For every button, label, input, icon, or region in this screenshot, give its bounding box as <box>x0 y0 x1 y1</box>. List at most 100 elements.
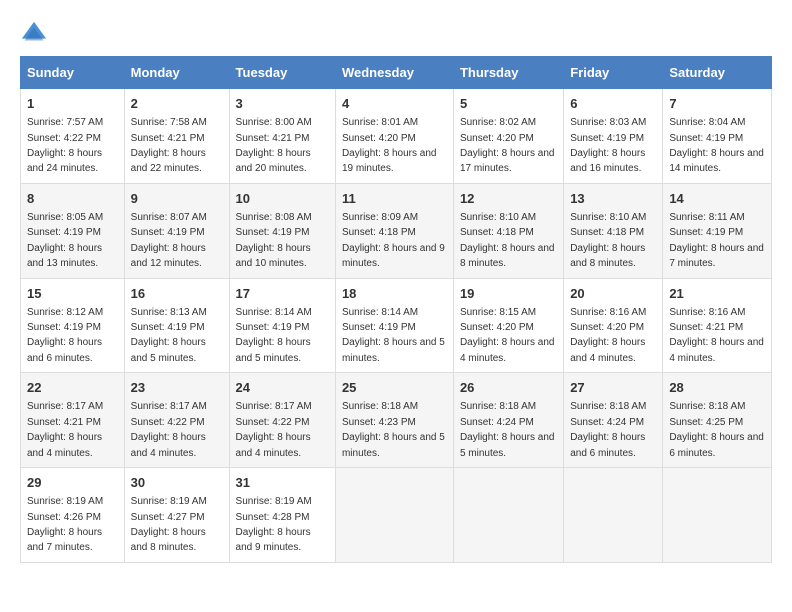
calendar-header-friday: Friday <box>564 57 663 89</box>
day-info: Sunrise: 8:18 AMSunset: 4:23 PMDaylight:… <box>342 401 445 458</box>
day-number: 14 <box>669 190 765 208</box>
calendar-header-row: SundayMondayTuesdayWednesdayThursdayFrid… <box>21 57 772 89</box>
calendar-cell: 7 Sunrise: 8:04 AMSunset: 4:19 PMDayligh… <box>663 89 772 184</box>
day-number: 13 <box>570 190 656 208</box>
calendar-cell: 10 Sunrise: 8:08 AMSunset: 4:19 PMDaylig… <box>229 183 335 278</box>
calendar-cell: 12 Sunrise: 8:10 AMSunset: 4:18 PMDaylig… <box>453 183 563 278</box>
calendar-cell: 6 Sunrise: 8:03 AMSunset: 4:19 PMDayligh… <box>564 89 663 184</box>
day-number: 21 <box>669 285 765 303</box>
day-info: Sunrise: 8:02 AMSunset: 4:20 PMDaylight:… <box>460 117 555 174</box>
day-info: Sunrise: 8:01 AMSunset: 4:20 PMDaylight:… <box>342 117 437 174</box>
day-number: 18 <box>342 285 447 303</box>
day-number: 1 <box>27 95 118 113</box>
calendar-header-thursday: Thursday <box>453 57 563 89</box>
calendar-week-row: 15 Sunrise: 8:12 AMSunset: 4:19 PMDaylig… <box>21 278 772 373</box>
day-number: 10 <box>236 190 329 208</box>
calendar-cell: 17 Sunrise: 8:14 AMSunset: 4:19 PMDaylig… <box>229 278 335 373</box>
day-number: 30 <box>131 474 223 492</box>
day-number: 15 <box>27 285 118 303</box>
calendar-header-sunday: Sunday <box>21 57 125 89</box>
day-number: 31 <box>236 474 329 492</box>
calendar-cell: 18 Sunrise: 8:14 AMSunset: 4:19 PMDaylig… <box>335 278 453 373</box>
day-info: Sunrise: 8:15 AMSunset: 4:20 PMDaylight:… <box>460 307 555 364</box>
calendar-cell: 1 Sunrise: 7:57 AMSunset: 4:22 PMDayligh… <box>21 89 125 184</box>
day-info: Sunrise: 8:19 AMSunset: 4:26 PMDaylight:… <box>27 496 103 553</box>
day-number: 27 <box>570 379 656 397</box>
calendar-cell: 27 Sunrise: 8:18 AMSunset: 4:24 PMDaylig… <box>564 373 663 468</box>
day-info: Sunrise: 8:09 AMSunset: 4:18 PMDaylight:… <box>342 212 445 269</box>
calendar-cell: 19 Sunrise: 8:15 AMSunset: 4:20 PMDaylig… <box>453 278 563 373</box>
calendar-cell: 28 Sunrise: 8:18 AMSunset: 4:25 PMDaylig… <box>663 373 772 468</box>
day-info: Sunrise: 8:00 AMSunset: 4:21 PMDaylight:… <box>236 117 312 174</box>
day-info: Sunrise: 8:11 AMSunset: 4:19 PMDaylight:… <box>669 212 764 269</box>
day-info: Sunrise: 8:17 AMSunset: 4:21 PMDaylight:… <box>27 401 103 458</box>
calendar-cell: 14 Sunrise: 8:11 AMSunset: 4:19 PMDaylig… <box>663 183 772 278</box>
calendar-cell <box>564 468 663 563</box>
day-info: Sunrise: 8:18 AMSunset: 4:25 PMDaylight:… <box>669 401 764 458</box>
calendar-cell: 9 Sunrise: 8:07 AMSunset: 4:19 PMDayligh… <box>124 183 229 278</box>
day-info: Sunrise: 8:12 AMSunset: 4:19 PMDaylight:… <box>27 307 103 364</box>
day-info: Sunrise: 8:10 AMSunset: 4:18 PMDaylight:… <box>460 212 555 269</box>
calendar-cell: 20 Sunrise: 8:16 AMSunset: 4:20 PMDaylig… <box>564 278 663 373</box>
day-number: 23 <box>131 379 223 397</box>
day-number: 26 <box>460 379 557 397</box>
day-info: Sunrise: 8:05 AMSunset: 4:19 PMDaylight:… <box>27 212 103 269</box>
calendar-cell: 3 Sunrise: 8:00 AMSunset: 4:21 PMDayligh… <box>229 89 335 184</box>
calendar-header-monday: Monday <box>124 57 229 89</box>
calendar-cell: 16 Sunrise: 8:13 AMSunset: 4:19 PMDaylig… <box>124 278 229 373</box>
day-info: Sunrise: 8:04 AMSunset: 4:19 PMDaylight:… <box>669 117 764 174</box>
day-info: Sunrise: 7:57 AMSunset: 4:22 PMDaylight:… <box>27 117 103 174</box>
day-info: Sunrise: 8:18 AMSunset: 4:24 PMDaylight:… <box>460 401 555 458</box>
logo-icon <box>20 20 48 48</box>
day-info: Sunrise: 8:14 AMSunset: 4:19 PMDaylight:… <box>236 307 312 364</box>
day-info: Sunrise: 8:19 AMSunset: 4:28 PMDaylight:… <box>236 496 312 553</box>
calendar-cell: 31 Sunrise: 8:19 AMSunset: 4:28 PMDaylig… <box>229 468 335 563</box>
calendar-week-row: 1 Sunrise: 7:57 AMSunset: 4:22 PMDayligh… <box>21 89 772 184</box>
day-info: Sunrise: 8:17 AMSunset: 4:22 PMDaylight:… <box>131 401 207 458</box>
calendar-cell: 23 Sunrise: 8:17 AMSunset: 4:22 PMDaylig… <box>124 373 229 468</box>
calendar-week-row: 22 Sunrise: 8:17 AMSunset: 4:21 PMDaylig… <box>21 373 772 468</box>
calendar-cell <box>663 468 772 563</box>
day-number: 17 <box>236 285 329 303</box>
calendar-week-row: 8 Sunrise: 8:05 AMSunset: 4:19 PMDayligh… <box>21 183 772 278</box>
day-number: 29 <box>27 474 118 492</box>
day-info: Sunrise: 8:08 AMSunset: 4:19 PMDaylight:… <box>236 212 312 269</box>
day-number: 4 <box>342 95 447 113</box>
day-number: 5 <box>460 95 557 113</box>
day-info: Sunrise: 8:07 AMSunset: 4:19 PMDaylight:… <box>131 212 207 269</box>
calendar-cell: 26 Sunrise: 8:18 AMSunset: 4:24 PMDaylig… <box>453 373 563 468</box>
calendar-cell: 22 Sunrise: 8:17 AMSunset: 4:21 PMDaylig… <box>21 373 125 468</box>
calendar-cell: 2 Sunrise: 7:58 AMSunset: 4:21 PMDayligh… <box>124 89 229 184</box>
calendar-header-wednesday: Wednesday <box>335 57 453 89</box>
day-number: 24 <box>236 379 329 397</box>
day-number: 22 <box>27 379 118 397</box>
calendar-cell: 15 Sunrise: 8:12 AMSunset: 4:19 PMDaylig… <box>21 278 125 373</box>
day-number: 8 <box>27 190 118 208</box>
calendar-cell: 25 Sunrise: 8:18 AMSunset: 4:23 PMDaylig… <box>335 373 453 468</box>
day-number: 3 <box>236 95 329 113</box>
day-number: 16 <box>131 285 223 303</box>
calendar-cell: 21 Sunrise: 8:16 AMSunset: 4:21 PMDaylig… <box>663 278 772 373</box>
day-info: Sunrise: 8:10 AMSunset: 4:18 PMDaylight:… <box>570 212 646 269</box>
day-number: 6 <box>570 95 656 113</box>
header <box>20 20 772 48</box>
calendar-table: SundayMondayTuesdayWednesdayThursdayFrid… <box>20 56 772 563</box>
day-info: Sunrise: 8:03 AMSunset: 4:19 PMDaylight:… <box>570 117 646 174</box>
calendar-header-tuesday: Tuesday <box>229 57 335 89</box>
day-number: 2 <box>131 95 223 113</box>
calendar-cell: 8 Sunrise: 8:05 AMSunset: 4:19 PMDayligh… <box>21 183 125 278</box>
day-number: 11 <box>342 190 447 208</box>
calendar-header-saturday: Saturday <box>663 57 772 89</box>
day-number: 25 <box>342 379 447 397</box>
day-info: Sunrise: 8:13 AMSunset: 4:19 PMDaylight:… <box>131 307 207 364</box>
day-info: Sunrise: 8:16 AMSunset: 4:21 PMDaylight:… <box>669 307 764 364</box>
calendar-cell: 11 Sunrise: 8:09 AMSunset: 4:18 PMDaylig… <box>335 183 453 278</box>
calendar-cell: 24 Sunrise: 8:17 AMSunset: 4:22 PMDaylig… <box>229 373 335 468</box>
calendar-cell: 4 Sunrise: 8:01 AMSunset: 4:20 PMDayligh… <box>335 89 453 184</box>
day-info: Sunrise: 8:17 AMSunset: 4:22 PMDaylight:… <box>236 401 312 458</box>
day-info: Sunrise: 8:14 AMSunset: 4:19 PMDaylight:… <box>342 307 445 364</box>
day-info: Sunrise: 7:58 AMSunset: 4:21 PMDaylight:… <box>131 117 207 174</box>
day-info: Sunrise: 8:18 AMSunset: 4:24 PMDaylight:… <box>570 401 646 458</box>
calendar-cell <box>335 468 453 563</box>
day-number: 7 <box>669 95 765 113</box>
